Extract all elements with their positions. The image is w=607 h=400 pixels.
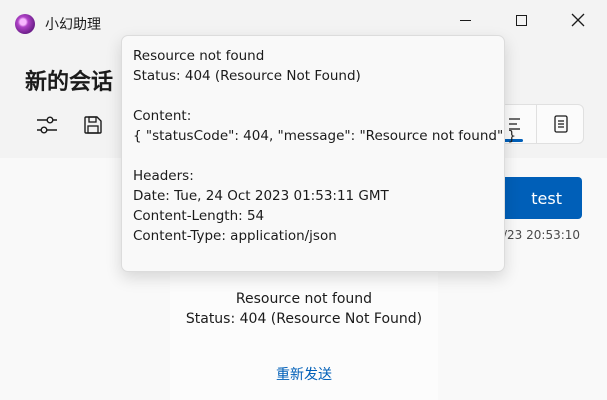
settings-button[interactable] [32, 110, 62, 140]
save-icon [84, 116, 102, 134]
tooltip-header-content-type: Content-Type: application/json [133, 228, 337, 244]
tooltip-header-content-length: Content-Length: 54 [133, 208, 265, 224]
app-logo-icon [15, 14, 35, 34]
error-message: Resource not found Status: 404 (Resource… [170, 289, 438, 329]
maximize-button[interactable] [506, 8, 536, 32]
tooltip-headers-label: Headers: [133, 168, 194, 184]
close-icon [571, 13, 585, 27]
resend-link[interactable]: 重新发送 [170, 364, 438, 384]
tooltip-content-label: Content: [133, 108, 192, 124]
conversation-title: 新的会话 [25, 70, 114, 95]
close-button[interactable] [563, 8, 593, 32]
user-message-text: test [531, 188, 562, 208]
tooltip-title: Resource not found [133, 48, 265, 64]
app-title: 小幻助理 [45, 17, 101, 33]
tooltip-content-value: { "statusCode": 404, "message": "Resourc… [133, 128, 517, 144]
error-details-tooltip: Resource not found Status: 404 (Resource… [121, 35, 517, 272]
minimize-button[interactable] [450, 8, 480, 32]
error-status: Status: 404 (Resource Not Found) [185, 311, 423, 327]
settings-sliders-icon [37, 116, 57, 134]
tooltip-status: Status: 404 (Resource Not Found) [133, 68, 361, 84]
view-document-button[interactable] [536, 105, 583, 143]
user-message-time: /23 20:53:10 [503, 228, 581, 242]
save-button[interactable] [78, 110, 108, 140]
error-title: Resource not found [235, 291, 373, 307]
document-icon [553, 115, 568, 133]
minimize-icon [459, 19, 471, 21]
maximize-icon [515, 14, 527, 26]
tooltip-header-date: Date: Tue, 24 Oct 2023 01:53:11 GMT [133, 188, 389, 204]
